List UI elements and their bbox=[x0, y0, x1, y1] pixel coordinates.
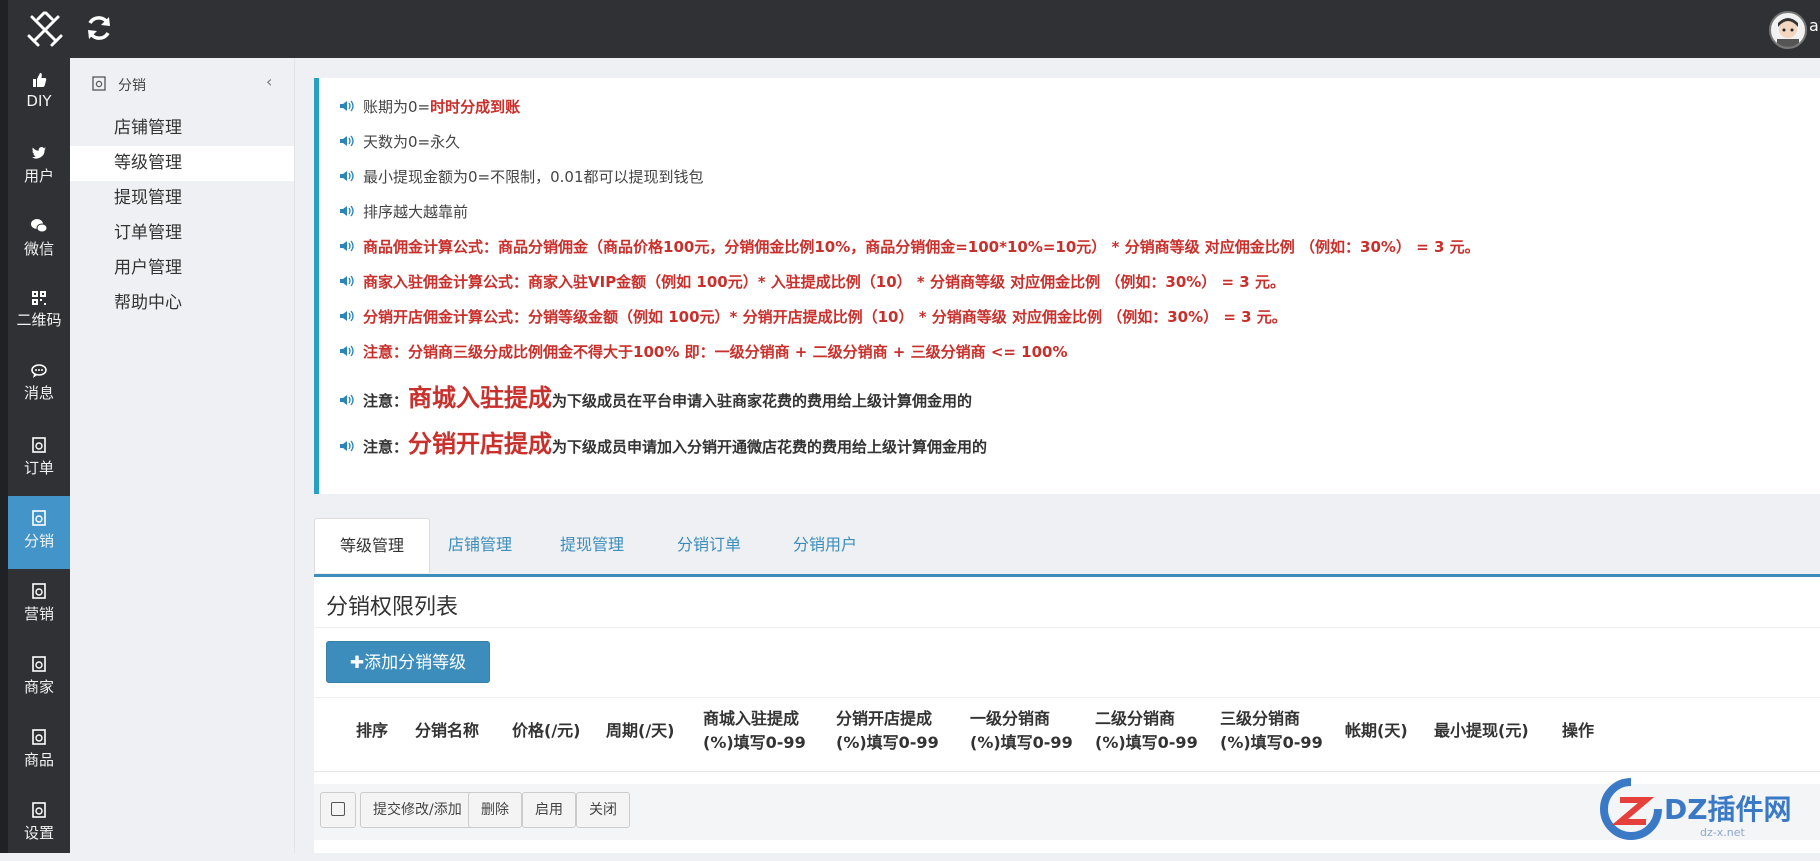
submit-button[interactable]: 提交修改/添加 bbox=[360, 792, 475, 828]
twitter-bird-icon bbox=[32, 147, 46, 159]
col-header-sort: 排序 bbox=[356, 721, 389, 740]
nav-item-qrcode[interactable]: 二维码 bbox=[8, 277, 70, 350]
nav-item-diy[interactable]: DIY bbox=[8, 58, 70, 131]
notice-line: 账期为0=时时分成到账 bbox=[339, 96, 520, 117]
avatar[interactable] bbox=[1769, 11, 1807, 49]
watermark-logo-icon bbox=[1600, 778, 1662, 840]
collapse-chevron-icon[interactable]: ‹ bbox=[266, 72, 272, 91]
refresh-icon[interactable] bbox=[84, 13, 114, 43]
notice-line: 天数为0=永久 bbox=[339, 131, 460, 152]
speaker-icon bbox=[339, 439, 357, 457]
divider bbox=[314, 771, 1820, 772]
document-icon bbox=[32, 510, 46, 526]
watermark-sub: dz-x.net bbox=[1700, 826, 1745, 839]
col-header-level1: 一级分销商 (%)填写0-99 bbox=[970, 709, 1073, 752]
thumbs-up-icon bbox=[33, 73, 47, 87]
col-header-price: 价格(/元) bbox=[512, 721, 581, 740]
sub-sidebar: 分销 ‹ 店铺管理 等级管理 提现管理 订单管理 用户管理 帮助中心 bbox=[70, 58, 295, 853]
nav-item-orders[interactable]: 订单 bbox=[8, 423, 70, 496]
tab-stores[interactable]: 店铺管理 bbox=[428, 518, 532, 572]
document-icon bbox=[92, 76, 106, 91]
col-header-level2: 二级分销商 (%)填写0-99 bbox=[1095, 709, 1198, 752]
nav-item-marketing[interactable]: 营销 bbox=[8, 569, 70, 642]
delete-button[interactable]: 删除 bbox=[468, 792, 522, 828]
nav-item-messages[interactable]: 消息 bbox=[8, 350, 70, 423]
tab-bar: 等级管理 店铺管理 提现管理 分销订单 分销用户 bbox=[314, 518, 1820, 577]
notice-box: 账期为0=时时分成到账 天数为0=永久 最小提现金额为0=不限制，0.01都可以… bbox=[314, 78, 1820, 494]
watermark: DZ插件网 dz-x.net bbox=[1600, 778, 1810, 848]
subnav-item-help[interactable]: 帮助中心 bbox=[70, 286, 294, 321]
document-icon bbox=[32, 656, 46, 672]
chat-bubble-icon bbox=[31, 364, 47, 378]
document-icon bbox=[32, 729, 46, 745]
speaker-icon bbox=[339, 204, 357, 222]
left-edge-strip bbox=[0, 0, 8, 853]
notice-line: 商家入驻佣金计算公式：商家入驻VIP金额（例如 100元）* 入驻提成比例（10… bbox=[339, 271, 1285, 292]
notice-line: 注意：商城入驻提成为下级成员在平台申请入驻商家花费的费用给上级计算佣金用的 bbox=[339, 378, 972, 413]
divider bbox=[314, 627, 1820, 628]
tab-levels[interactable]: 等级管理 bbox=[314, 518, 430, 573]
nav-item-merchants[interactable]: 商家 bbox=[8, 642, 70, 715]
speaker-icon bbox=[339, 393, 357, 411]
nav-item-users[interactable]: 用户 bbox=[8, 131, 70, 204]
speaker-icon bbox=[339, 239, 357, 257]
speaker-icon bbox=[339, 169, 357, 187]
nav-item-wechat[interactable]: 微信 bbox=[8, 204, 70, 277]
checkbox-icon bbox=[331, 802, 345, 816]
col-header-mall-entry-commission: 商城入驻提成 (%)填写0-99 bbox=[703, 709, 806, 752]
tab-distribution-users[interactable]: 分销用户 bbox=[766, 518, 884, 572]
wechat-icon bbox=[31, 219, 48, 233]
document-icon bbox=[32, 802, 46, 818]
notice-line: 注意：分销商三级分成比例佣金不得大于100% 即：一级分销商 + 二级分销商 +… bbox=[339, 341, 1068, 362]
nav-item-products[interactable]: 商品 bbox=[8, 715, 70, 788]
close-button[interactable]: 关闭 bbox=[576, 792, 630, 828]
watermark-brand: DZ插件网 bbox=[1664, 793, 1792, 826]
add-level-button[interactable]: ✚添加分销等级 bbox=[326, 641, 490, 683]
select-all-checkbox[interactable] bbox=[320, 792, 356, 828]
speaker-icon bbox=[339, 344, 357, 362]
tab-withdrawals[interactable]: 提现管理 bbox=[532, 518, 652, 572]
sub-sidebar-title: 分销 bbox=[118, 78, 146, 94]
nav-item-settings[interactable]: 设置 bbox=[8, 788, 70, 861]
speaker-icon bbox=[339, 99, 357, 117]
notice-line: 分销开店佣金计算公式：分销等级金额（例如 100元）* 分销开店提成比例（10）… bbox=[339, 306, 1287, 327]
document-icon bbox=[32, 437, 46, 453]
col-header-name: 分销名称 bbox=[415, 721, 480, 740]
notice-line: 注意：分销开店提成为下级成员申请加入分销开通微店花费的费用给上级计算佣金用的 bbox=[339, 424, 987, 459]
divider bbox=[314, 697, 1820, 698]
bulk-actions-bar: 提交修改/添加 删除 启用 关闭 bbox=[314, 784, 1820, 840]
speaker-icon bbox=[339, 134, 357, 152]
top-bar: a bbox=[0, 0, 1820, 58]
col-header-actions: 操作 bbox=[1562, 721, 1595, 740]
notice-line: 商品佣金计算公式：商品分销佣金（商品价格100元，分销佣金比例10%，商品分销佣… bbox=[339, 236, 1480, 257]
enable-button[interactable]: 启用 bbox=[522, 792, 576, 828]
panel-title: 分销权限列表 bbox=[326, 595, 459, 620]
qrcode-icon bbox=[32, 291, 46, 305]
speaker-icon bbox=[339, 309, 357, 327]
logo-icon[interactable] bbox=[24, 9, 66, 51]
col-header-level3: 三级分销商 (%)填写0-99 bbox=[1220, 709, 1323, 752]
main-nav: DIY 用户 微信 二维码 消息 订单 分销 营销 商家 商品 设置 bbox=[8, 58, 70, 853]
subnav-item-levels[interactable]: 等级管理 bbox=[70, 146, 294, 181]
speaker-icon bbox=[339, 274, 357, 292]
col-header-store-open-commission: 分销开店提成 (%)填写0-99 bbox=[836, 709, 939, 752]
document-icon bbox=[32, 583, 46, 599]
subnav-item-stores[interactable]: 店铺管理 bbox=[70, 111, 294, 146]
subnav-item-orders[interactable]: 订单管理 bbox=[70, 216, 294, 251]
main-content: 账期为0=时时分成到账 天数为0=永久 最小提现金额为0=不限制，0.01都可以… bbox=[294, 58, 1820, 853]
col-header-account-period: 帐期(天) bbox=[1345, 721, 1408, 740]
subnav-item-users[interactable]: 用户管理 bbox=[70, 251, 294, 286]
plus-icon: ✚ bbox=[349, 653, 365, 673]
notice-line: 最小提现金额为0=不限制，0.01都可以提现到钱包 bbox=[339, 166, 704, 187]
username[interactable]: a bbox=[1809, 16, 1819, 35]
tab-distribution-orders[interactable]: 分销订单 bbox=[652, 518, 766, 572]
notice-line: 排序越大越靠前 bbox=[339, 201, 468, 222]
col-header-period: 周期(/天) bbox=[606, 721, 675, 740]
col-header-min-withdrawal: 最小提现(元) bbox=[1434, 721, 1529, 740]
nav-item-distribution[interactable]: 分销 bbox=[8, 496, 70, 569]
subnav-item-withdrawals[interactable]: 提现管理 bbox=[70, 181, 294, 216]
